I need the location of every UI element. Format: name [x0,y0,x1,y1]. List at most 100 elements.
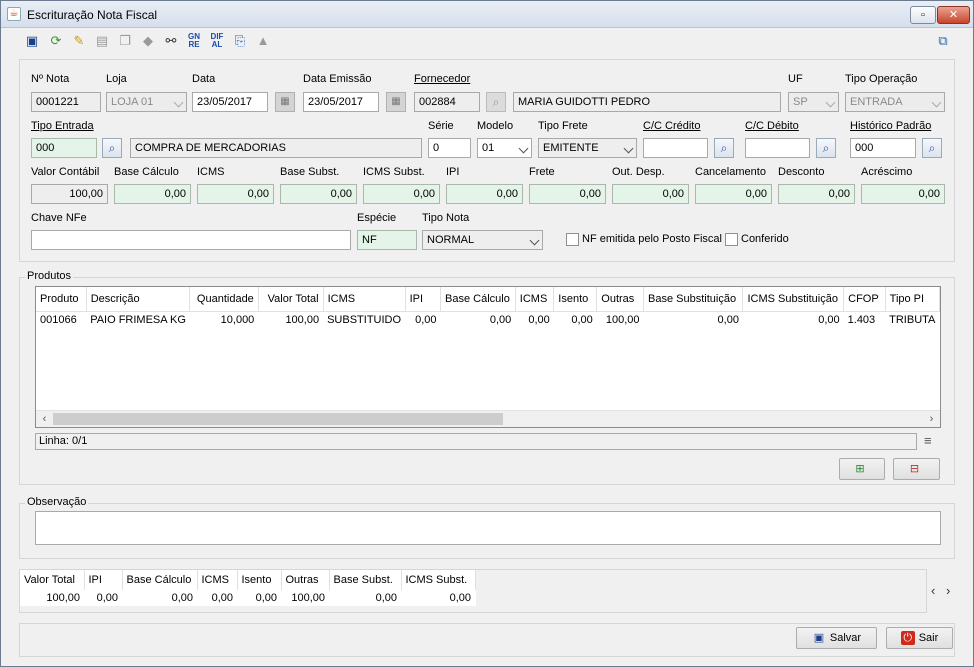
tipo-entrada-desc-field[interactable]: COMPRA DE MERCADORIAS [130,138,422,158]
salvar-button[interactable]: ▣ Salvar [796,627,877,649]
modelo-select[interactable]: 01 [477,138,532,158]
uf-select[interactable]: SP [788,92,839,112]
refresh-icon[interactable]: ⟳ [47,32,65,50]
cc-debito-label[interactable]: C/C Débito [745,120,799,132]
totais-values-row: 100,00 0,00 0,00 0,00 0,00 100,00 0,00 0… [20,590,475,606]
loja-select[interactable]: LOJA 01 [106,92,187,112]
frete-field[interactable]: 0,00 [529,184,606,204]
cc-credito-search-icon[interactable]: ⌕ [714,138,734,158]
fornecedor-label[interactable]: Fornecedor [414,73,470,85]
col-icms[interactable]: ICMS [323,287,406,312]
data-field[interactable]: 23/05/2017 [192,92,268,112]
cc-debito-field[interactable] [745,138,810,158]
col-produto[interactable]: Produto [36,287,87,312]
horizontal-scrollbar[interactable]: ‹ › [36,410,940,427]
table-row[interactable]: 001066 PAIO FRIMESA KG 10,000 100,00 SUB… [36,311,940,329]
add-product-button[interactable]: ⊞ [839,458,885,480]
col-ipi[interactable]: IPI [405,287,442,312]
cc-debito-search-icon[interactable]: ⌕ [816,138,836,158]
close-window-button[interactable]: ✕ [937,6,970,24]
menu-lines-icon[interactable]: ≡ [924,434,936,447]
tot-col-icms-subst: ICMS Subst. [401,570,476,590]
restore-button[interactable]: ▫ [910,6,936,24]
col-base-calculo[interactable]: Base Cálculo [440,287,516,312]
conferido-checkbox[interactable] [725,233,738,246]
emissao-field[interactable]: 23/05/2017 [303,92,379,112]
fornecedor-search-icon[interactable]: ⌕ [486,92,506,112]
col-icms-substituicao[interactable]: ICMS Substituição [742,287,845,312]
acrescimo-field[interactable]: 0,00 [861,184,945,204]
title-bar: ☕ Escrituração Nota Fiscal ▫ ✕ [1,1,973,28]
tipo-entrada-search-icon[interactable]: ⌕ [102,138,122,158]
tipo-operacao-select[interactable]: ENTRADA [845,92,945,112]
base-subst-field[interactable]: 0,00 [280,184,357,204]
scroll-right-icon[interactable]: › [924,412,939,427]
col-valor-total[interactable]: Valor Total [258,287,324,312]
remove-product-button[interactable]: ⊟ [893,458,940,480]
scroll-prev-icon[interactable]: ‹ [931,583,935,598]
calendar-icon[interactable]: ▦ [275,92,295,112]
sair-button[interactable]: ⏻ Sair [886,627,953,649]
col-descricao[interactable]: Descrição [86,287,191,312]
cc-credito-field[interactable] [643,138,708,158]
tot-valor-total: 100,00 [46,592,80,604]
serie-field[interactable]: 0 [428,138,471,158]
window-title: Escrituração Nota Fiscal [27,8,158,22]
tag-icon[interactable]: ◆ [139,32,157,50]
cell-descricao: PAIO FRIMESA KG [90,314,186,327]
edit-icon[interactable]: ✎ [70,32,88,50]
tipo-frete-select[interactable]: EMITENTE [538,138,637,158]
produtos-grid[interactable]: Produto Descrição Quantidade Valor Total… [35,286,941,428]
fornecedor-code-field[interactable]: 002884 [414,92,480,112]
tipo-nota-select[interactable]: NORMAL [422,230,543,250]
ipi-field[interactable]: 0,00 [446,184,523,204]
valor-contabil-field[interactable]: 100,00 [31,184,108,204]
gnre-icon[interactable]: GN RE [185,32,203,50]
difal-icon[interactable]: DIF AL [208,32,226,50]
copy-icon[interactable]: ❐ [116,32,134,50]
historico-label[interactable]: Histórico Padrão [850,120,931,132]
tot-col-base-subst: Base Subst. [329,570,402,590]
tipo-entrada-label[interactable]: Tipo Entrada [31,120,94,132]
historico-search-icon[interactable]: ⌕ [922,138,942,158]
col-tipo-pi[interactable]: Tipo PI [885,287,940,312]
tipo-operacao-label: Tipo Operação [845,73,918,85]
tipo-entrada-code-field[interactable]: 000 [31,138,97,158]
col-base-substituicao[interactable]: Base Substituição [643,287,744,312]
cell-base-calculo: 0,00 [489,314,512,327]
nota-field[interactable]: 0001221 [31,92,101,112]
valor-contabil-label: Valor Contábil [31,166,100,178]
print-icon[interactable]: ▤ [93,32,111,50]
fornecedor-name-field[interactable]: MARIA GUIDOTTI PEDRO [513,92,781,112]
col-cfop[interactable]: CFOP [843,287,886,312]
base-calculo-field[interactable]: 0,00 [114,184,191,204]
historico-field[interactable]: 000 [850,138,916,158]
windows-icon[interactable]: ⧉ [934,32,952,50]
scroll-left-icon[interactable]: ‹ [37,412,52,427]
warning-icon[interactable]: ▲ [254,32,272,50]
chave-nfe-field[interactable] [31,230,351,250]
desconto-field[interactable]: 0,00 [778,184,855,204]
calendar-emissao-icon[interactable]: ▦ [386,92,406,112]
col-quantidade[interactable]: Quantidade [189,287,259,312]
export-icon[interactable]: ⎘ [231,32,249,50]
scroll-next-icon[interactable]: › [946,583,950,598]
col-isento[interactable]: Isento [553,287,598,312]
col-outras[interactable]: Outras [596,287,645,312]
save-icon[interactable]: ▣ [23,32,41,50]
scrollbar-thumb[interactable] [53,413,503,425]
observacao-textarea[interactable] [35,511,941,545]
out-desp-field[interactable]: 0,00 [612,184,689,204]
loja-label: Loja [106,73,127,85]
produtos-legend: Produtos [25,270,74,282]
sair-label: Sair [918,632,939,644]
cc-credito-label[interactable]: C/C Crédito [643,120,700,132]
icms-field[interactable]: 0,00 [197,184,274,204]
icms-subst-field[interactable]: 0,00 [363,184,440,204]
binoculars-icon[interactable]: ⚯ [162,32,180,50]
especie-field[interactable]: NF [357,230,417,250]
cancelamento-field[interactable]: 0,00 [695,184,772,204]
nf-posto-checkbox[interactable] [566,233,579,246]
col-icms-valor[interactable]: ICMS [515,287,555,312]
cell-quantidade: 10,000 [220,314,255,327]
